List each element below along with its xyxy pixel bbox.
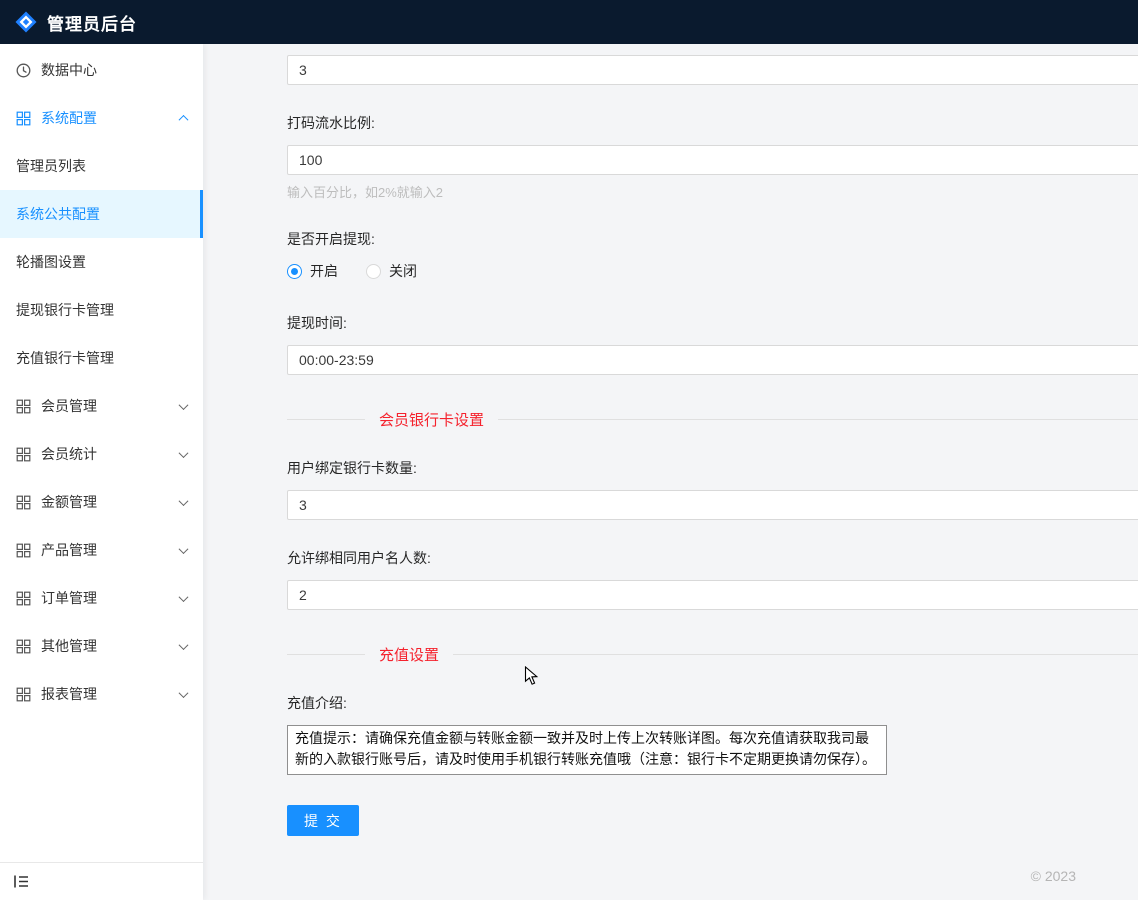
radio-open-label: 开启 (310, 261, 338, 281)
sidebar-item-label: 系统公共配置 (16, 204, 184, 224)
section-title-recharge: 充值设置 (365, 644, 453, 665)
radio-close[interactable]: 关闭 (366, 261, 417, 281)
sidebar-item-label: 管理员列表 (16, 156, 187, 176)
radio-unchecked-icon (366, 264, 381, 279)
sidebar-item-carousel-settings[interactable]: 轮播图设置 (0, 238, 203, 286)
sidebar-item-member-stats[interactable]: 会员统计 (0, 430, 203, 478)
form-item-recharge-intro: 充值介绍: 充值提示：请确保充值金额与转账金额一致并及时上传上次转账详图。每次充… (287, 693, 1138, 775)
sidebar-item-other-manage[interactable]: 其他管理 (0, 622, 203, 670)
sidebar-item-system-public-config[interactable]: 系统公共配置 (0, 190, 203, 238)
chevron-down-icon (179, 688, 189, 698)
divider-line (498, 419, 1138, 420)
sidebar-item-member-manage[interactable]: 会员管理 (0, 382, 203, 430)
form-item-code-ratio: 打码流水比例: 输入百分比，如2%就输入2 (287, 113, 1138, 201)
submit-button[interactable]: 提 交 (287, 805, 359, 836)
sidebar-item-label: 系统配置 (41, 108, 180, 128)
chevron-down-icon (179, 496, 189, 506)
sidebar-item-product-manage[interactable]: 产品管理 (0, 526, 203, 574)
top-number-input[interactable] (287, 55, 1138, 85)
member-stats-icon (16, 447, 31, 462)
sidebar-item-data-center[interactable]: 数据中心 (0, 46, 203, 94)
same-user-count-label: 允许绑相同用户名人数: (287, 548, 1138, 568)
radio-checked-icon (287, 264, 302, 279)
amount-manage-icon (16, 495, 31, 510)
product-manage-icon (16, 543, 31, 558)
sidebar-item-recharge-bankcard[interactable]: 充值银行卡管理 (0, 334, 203, 382)
code-ratio-help: 输入百分比，如2%就输入2 (287, 182, 1138, 201)
divider-line (453, 654, 1138, 655)
same-user-count-input[interactable] (287, 580, 1138, 610)
form-item-bind-card-count: 用户绑定银行卡数量: (287, 458, 1138, 520)
sidebar-item-label: 提现银行卡管理 (16, 300, 187, 320)
section-divider-recharge: 充值设置 (287, 644, 1138, 665)
chevron-down-icon (179, 400, 189, 410)
sidebar-item-label: 报表管理 (41, 684, 180, 704)
divider-line (287, 419, 365, 420)
withdraw-switch-label: 是否开启提现: (287, 229, 1138, 249)
sidebar-item-label: 会员统计 (41, 444, 180, 464)
sidebar-item-system-config[interactable]: 系统配置 (0, 94, 203, 142)
withdraw-switch-group: 开启 关闭 (287, 261, 1138, 281)
withdraw-time-input[interactable] (287, 345, 1138, 375)
chevron-down-icon (179, 640, 189, 650)
radio-open[interactable]: 开启 (287, 261, 338, 281)
sidebar-item-label: 充值银行卡管理 (16, 348, 187, 368)
member-manage-icon (16, 399, 31, 414)
code-ratio-input[interactable] (287, 145, 1138, 175)
withdraw-time-label: 提现时间: (287, 313, 1138, 333)
chevron-down-icon (179, 448, 189, 458)
sidebar-item-label: 会员管理 (41, 396, 180, 416)
section-divider-bankcard: 会员银行卡设置 (287, 409, 1138, 430)
app-logo-icon (14, 10, 38, 34)
copyright: © 2023 (1031, 868, 1076, 884)
sidebar-item-label: 其他管理 (41, 636, 180, 656)
section-title-bankcard: 会员银行卡设置 (365, 409, 498, 430)
form-item-top (287, 55, 1138, 85)
bind-card-count-input[interactable] (287, 490, 1138, 520)
sidebar-item-label: 轮播图设置 (16, 252, 187, 272)
app-title: 管理员后台 (47, 10, 137, 35)
sidebar-item-admin-list[interactable]: 管理员列表 (0, 142, 203, 190)
report-manage-icon (16, 687, 31, 702)
order-manage-icon (16, 591, 31, 606)
menu-fold-icon[interactable] (13, 873, 30, 890)
sidebar-item-report-manage[interactable]: 报表管理 (0, 670, 203, 718)
recharge-intro-label: 充值介绍: (287, 693, 1138, 713)
main-content: 打码流水比例: 输入百分比，如2%就输入2 是否开启提现: 开启 关闭 提现时间… (203, 44, 1138, 900)
chevron-down-icon (179, 544, 189, 554)
bind-card-count-label: 用户绑定银行卡数量: (287, 458, 1138, 478)
form-item-withdraw-switch: 是否开启提现: 开启 关闭 (287, 229, 1138, 281)
data-center-icon (16, 63, 31, 78)
recharge-intro-textarea[interactable]: 充值提示：请确保充值金额与转账金额一致并及时上传上次转账详图。每次充值请获取我司… (287, 725, 887, 775)
divider-line (287, 654, 365, 655)
sidebar-item-order-manage[interactable]: 订单管理 (0, 574, 203, 622)
sidebar-item-label: 产品管理 (41, 540, 180, 560)
other-manage-icon (16, 639, 31, 654)
chevron-up-icon (179, 114, 189, 124)
sidebar-item-label: 数据中心 (41, 60, 187, 80)
radio-close-label: 关闭 (389, 261, 417, 281)
sidebar-item-label: 订单管理 (41, 588, 180, 608)
chevron-down-icon (179, 592, 189, 602)
form-item-withdraw-time: 提现时间: (287, 313, 1138, 375)
sidebar-item-withdraw-bankcard[interactable]: 提现银行卡管理 (0, 286, 203, 334)
form-item-same-user-count: 允许绑相同用户名人数: (287, 548, 1138, 610)
sidebar-footer (0, 862, 203, 900)
sidebar-item-label: 金额管理 (41, 492, 180, 512)
system-config-icon (16, 111, 31, 126)
sidebar-item-amount-manage[interactable]: 金额管理 (0, 478, 203, 526)
code-ratio-label: 打码流水比例: (287, 113, 1138, 133)
top-header: 管理员后台 (0, 0, 1138, 44)
sidebar: 数据中心 系统配置 管理员列表 系统公共配置 轮播图设置 提现银行卡管理 充值银… (0, 44, 203, 900)
